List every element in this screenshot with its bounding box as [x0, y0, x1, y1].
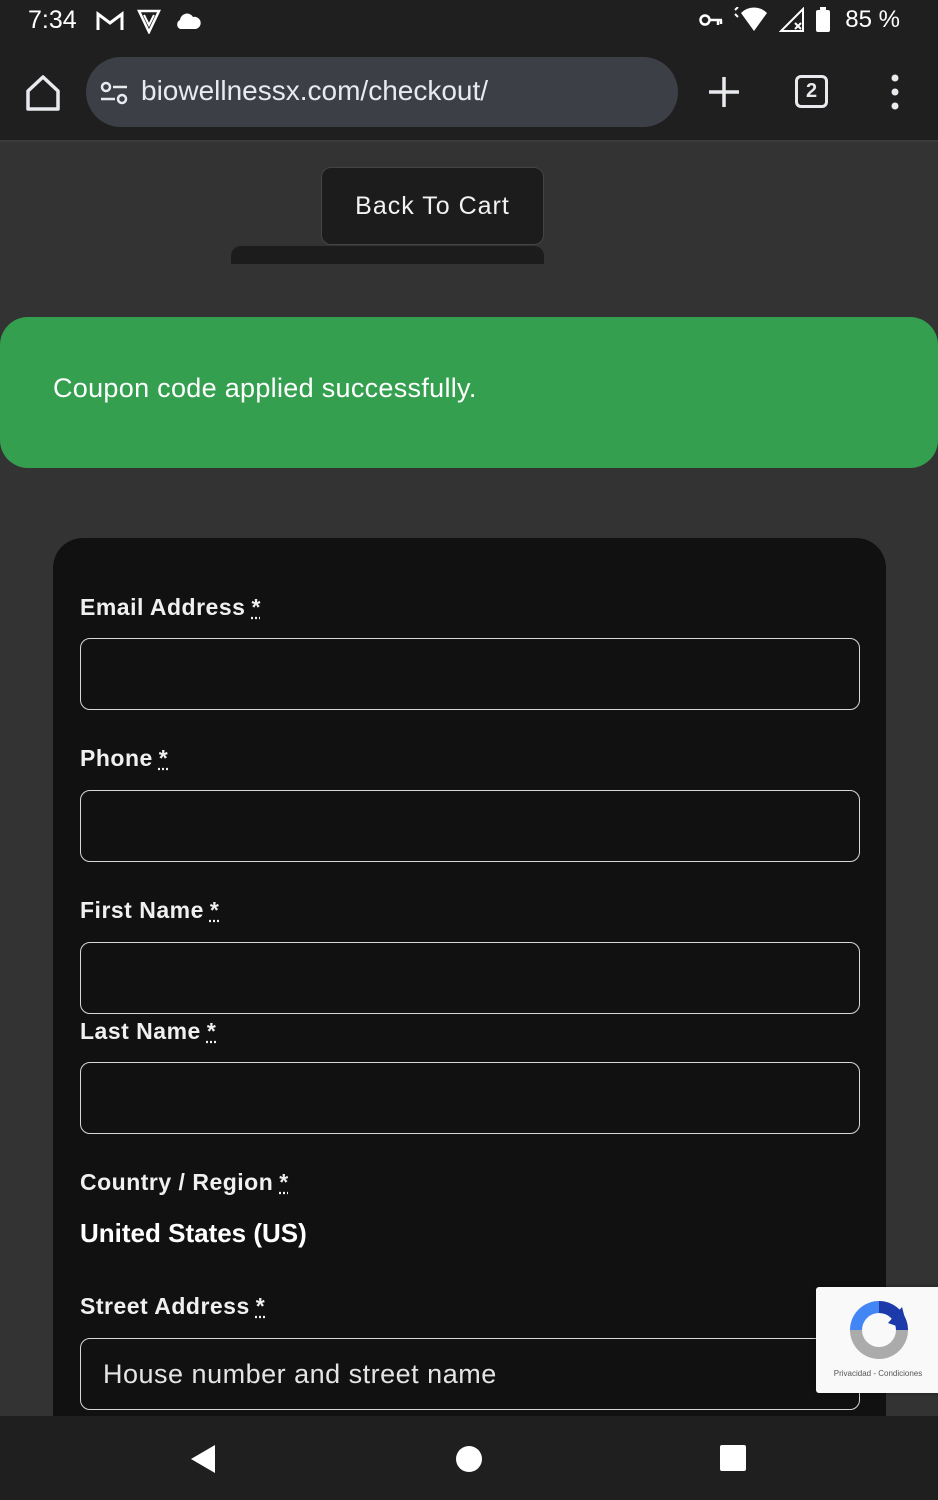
- recaptcha-links[interactable]: Privacidad - Condiciones: [816, 1369, 938, 1378]
- country-label-text: Country / Region: [80, 1169, 274, 1195]
- phone-label-text: Phone: [80, 745, 153, 771]
- vpn-shield-icon: [137, 9, 161, 34]
- gmail-icon: [96, 11, 124, 30]
- recents-square-icon[interactable]: [720, 1445, 746, 1471]
- system-nav-bar: [0, 1416, 938, 1500]
- cloud-icon: [177, 13, 201, 29]
- first-name-label: First Name *: [80, 897, 219, 924]
- email-label: Email Address *: [80, 594, 261, 621]
- required-mark: *: [279, 1169, 289, 1195]
- street-label: Street Address *: [80, 1293, 265, 1320]
- last-name-label-text: Last Name: [80, 1018, 201, 1044]
- required-mark: *: [251, 594, 261, 620]
- browser-toolbar: biowellnessx.com/checkout/ 2: [0, 44, 938, 142]
- email-label-text: Email Address: [80, 594, 246, 620]
- last-name-label: Last Name *: [80, 1018, 216, 1045]
- status-system-icons: 85 %: [699, 6, 900, 34]
- url-text[interactable]: biowellnessx.com/checkout/: [141, 75, 488, 107]
- site-settings-icon[interactable]: [100, 79, 128, 107]
- last-name-field[interactable]: [80, 1062, 860, 1134]
- vpn-key-icon: [699, 14, 723, 26]
- status-bar: 7:34 85 %: [0, 0, 938, 44]
- home-icon[interactable]: [22, 72, 64, 114]
- phone-label: Phone *: [80, 745, 168, 772]
- success-notice: Coupon code applied successfully.: [0, 317, 938, 468]
- address-bar[interactable]: biowellnessx.com/checkout/: [86, 57, 678, 127]
- partially-hidden-button[interactable]: [231, 246, 544, 264]
- wifi-icon: [734, 7, 768, 32]
- home-circle-icon[interactable]: [456, 1446, 482, 1472]
- signal-icon: [779, 7, 805, 32]
- success-notice-text: Coupon code applied successfully.: [53, 373, 477, 403]
- street-label-text: Street Address: [80, 1293, 250, 1319]
- required-mark: *: [206, 1018, 217, 1044]
- phone-field[interactable]: [80, 790, 860, 862]
- street-address-field[interactable]: [80, 1338, 860, 1410]
- battery-percentage: 85 %: [845, 6, 900, 33]
- required-mark: *: [158, 745, 169, 771]
- country-label: Country / Region *: [80, 1169, 289, 1196]
- battery-icon: [816, 7, 831, 32]
- country-value: United States (US): [80, 1218, 307, 1248]
- first-name-label-text: First Name: [80, 897, 204, 923]
- required-mark: *: [255, 1293, 266, 1319]
- status-time: 7:34: [28, 6, 77, 34]
- email-field[interactable]: [80, 638, 860, 710]
- status-notification-icons: [96, 8, 202, 34]
- recaptcha-badge[interactable]: Privacidad - Condiciones: [816, 1287, 938, 1393]
- required-mark: *: [209, 897, 220, 923]
- tab-switcher-button[interactable]: 2: [795, 75, 828, 108]
- back-triangle-icon[interactable]: [189, 1443, 217, 1475]
- more-vert-icon[interactable]: [884, 72, 906, 112]
- back-to-cart-button[interactable]: Back To Cart: [321, 167, 544, 245]
- recaptcha-icon: [850, 1301, 908, 1359]
- plus-icon[interactable]: [706, 74, 742, 110]
- first-name-field[interactable]: [80, 942, 860, 1014]
